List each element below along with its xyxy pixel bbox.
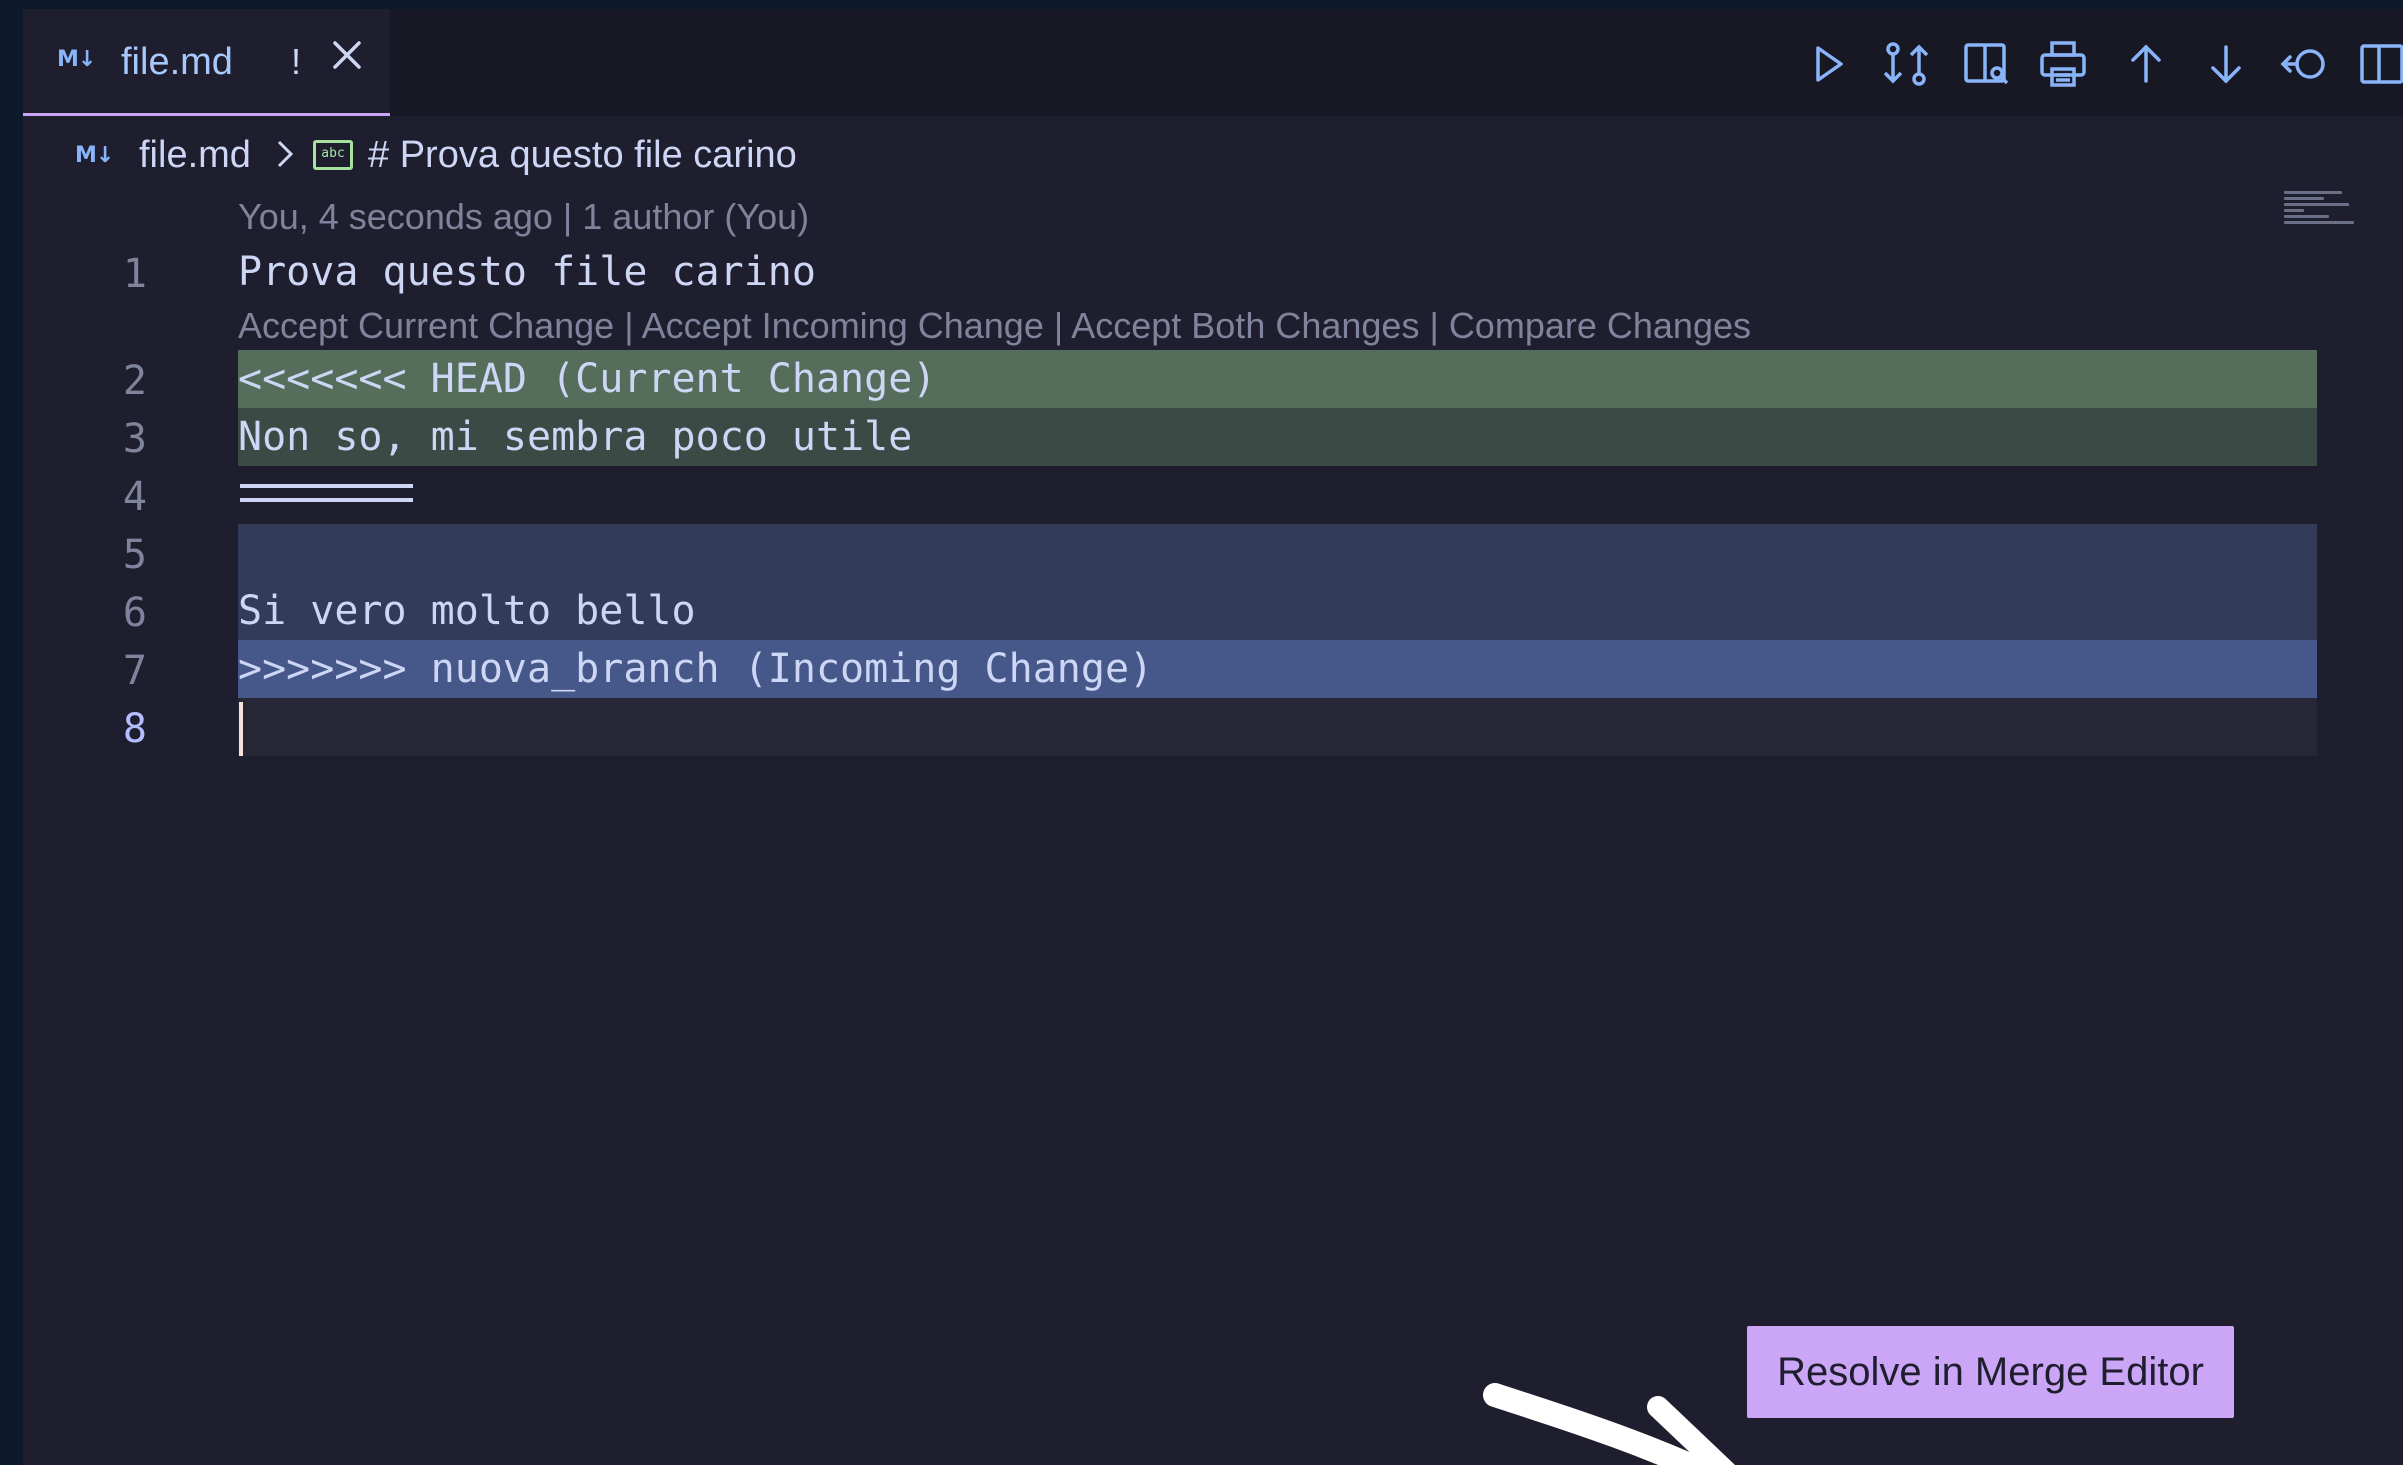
accept-both-changes-link[interactable]: Accept Both Changes <box>1071 305 1419 346</box>
line-text: Prova questo file carino <box>238 249 816 295</box>
line-text: Si vero molto bello <box>238 588 696 634</box>
editor-area[interactable]: You, 4 seconds ago | 1 author (You) 1 Pr… <box>23 191 2403 1465</box>
accept-incoming-change-link[interactable]: Accept Incoming Change <box>642 305 1044 346</box>
code-line-current-marker[interactable]: 2 <<<<<<< HEAD (Current Change) <box>23 350 2317 408</box>
code-line-incoming[interactable]: 5 <box>23 524 2317 582</box>
go-back-icon[interactable] <box>2279 39 2329 89</box>
minimap[interactable] <box>2284 191 2364 251</box>
open-preview-icon[interactable] <box>1961 39 2011 89</box>
close-icon[interactable] <box>327 35 367 75</box>
arrow-down-icon[interactable] <box>2201 39 2251 89</box>
line-number: 1 <box>122 251 147 297</box>
breadcrumb-heading[interactable]: # Prova questo file carino <box>368 134 797 177</box>
line-text: Non so, mi sembra poco utile <box>238 414 913 460</box>
merge-codelens: Accept Current Change | Accept Incoming … <box>238 305 1751 347</box>
breadcrumb-file[interactable]: file.md <box>139 134 251 177</box>
codelens-separator: | <box>614 305 642 346</box>
tab-dirty-marker: ! <box>291 41 302 82</box>
incoming-change-highlight <box>238 524 2317 582</box>
line-number: 3 <box>122 416 147 462</box>
line-number: 4 <box>122 474 147 520</box>
line-number: 5 <box>122 532 147 578</box>
tab-bar: M↓ file.md ! <box>23 9 2403 116</box>
line-number: 2 <box>122 358 147 404</box>
code-line-active[interactable]: 8 <box>23 698 2317 756</box>
split-editor-icon[interactable] <box>2357 39 2403 89</box>
code-line-incoming[interactable]: 6 Si vero molto bello <box>23 582 2317 640</box>
accept-current-change-link[interactable]: Accept Current Change <box>238 305 614 346</box>
line-number: 7 <box>122 648 147 694</box>
resolve-in-merge-editor-button[interactable]: Resolve in Merge Editor <box>1747 1326 2234 1418</box>
code-line-separator[interactable]: 4 <box>23 466 2317 524</box>
compare-changes-icon[interactable] <box>1881 39 1931 89</box>
code-line-current[interactable]: 3 Non so, mi sembra poco utile <box>23 408 2317 466</box>
line-text: >>>>>>> nuova_branch (Incoming Change) <box>238 646 1154 692</box>
print-icon[interactable] <box>2038 39 2088 89</box>
markdown-icon: M↓ <box>57 47 96 72</box>
breadcrumb: M↓ file.md abc # Prova questo file carin… <box>23 116 2403 191</box>
line-text: <<<<<<< HEAD (Current Change) <box>238 356 937 402</box>
annotation-arrow-icon <box>1483 1383 1736 1465</box>
chevron-right-icon <box>270 134 300 174</box>
conflict-separator <box>240 484 413 502</box>
codelens-separator: | <box>1419 305 1449 346</box>
editor-window: M↓ file.md ! M↓ file.md abc # Prova ques… <box>23 9 2403 1465</box>
codelens-separator: | <box>1043 305 1072 346</box>
string-symbol-icon: abc <box>313 140 353 170</box>
code-line[interactable]: 1 Prova questo file carino <box>23 243 2317 301</box>
line-number: 8 <box>122 706 147 752</box>
active-line-highlight <box>238 698 2317 756</box>
tab-label: file.md <box>121 41 233 83</box>
code-line-incoming-marker[interactable]: 7 >>>>>>> nuova_branch (Incoming Change) <box>23 640 2317 698</box>
run-icon[interactable] <box>1803 39 1853 89</box>
arrow-up-icon[interactable] <box>2121 39 2171 89</box>
markdown-icon: M↓ <box>75 143 114 168</box>
compare-changes-link[interactable]: Compare Changes <box>1449 305 1751 346</box>
git-blame-annotation[interactable]: You, 4 seconds ago | 1 author (You) <box>238 196 809 238</box>
text-cursor <box>239 702 243 756</box>
line-number: 6 <box>122 590 147 636</box>
tab-file-md[interactable]: M↓ file.md ! <box>23 9 390 116</box>
